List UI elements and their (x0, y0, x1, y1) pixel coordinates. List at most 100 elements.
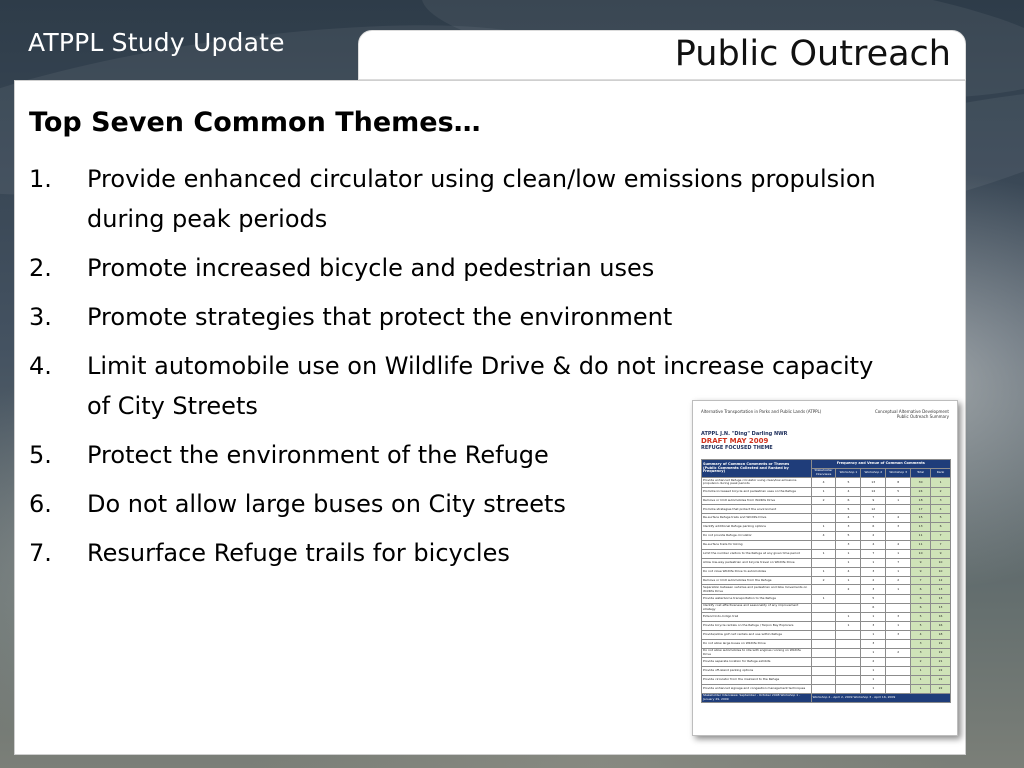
workshop1-cell (835, 593, 862, 604)
workshop3-cell (885, 593, 912, 604)
workshop1-cell (835, 674, 862, 685)
total-cell: 30 (910, 477, 932, 488)
slide-title: Public Outreach (674, 34, 951, 74)
stakeholder-cell (810, 504, 837, 515)
theme-number: 7. (29, 539, 52, 567)
total-cell: 18 (910, 495, 932, 506)
table-row: Provide/allow golf cart rentals and use … (701, 629, 951, 640)
rank-cell: 12 (930, 575, 951, 586)
total-cell: 1 (910, 665, 932, 676)
workshop2-cell: 1 (860, 647, 887, 659)
table-footer-right: Workshop 2 - April 2, 2009 Workshop 3 - … (810, 692, 952, 703)
stakeholder-cell (810, 638, 837, 649)
comment-cell: Do not provide Refuge circulator (701, 531, 812, 541)
total-cell: 17 (910, 504, 932, 515)
workshop1-cell: 6 (835, 495, 862, 506)
comment-cell: Re-surface Refuge trails and Wildlife Dr… (701, 513, 812, 524)
theme-number: 4. (29, 352, 52, 380)
document-draft-label: DRAFT MAY 2009 (701, 437, 769, 445)
rank-cell: 1 (930, 477, 951, 488)
rank-cell: 4 (930, 504, 951, 515)
document-header: Alternative Transportation in Parks and … (701, 409, 951, 431)
workshop2-cell: 3 (860, 638, 887, 649)
workshop2-cell: 12 (860, 504, 887, 515)
theme-number: 2. (29, 254, 52, 282)
workshop1-cell: 5 (835, 531, 862, 541)
theme-text: Provide enhanced circulator using clean/… (87, 165, 876, 233)
workshop2-cell: 14 (860, 486, 887, 497)
table-row: Separation between vehicles and pedestri… (701, 584, 951, 595)
theme-item: 1. Provide enhanced circulator using cle… (29, 159, 909, 239)
rank-cell: 19 (930, 647, 951, 659)
rank-cell: 7 (930, 539, 951, 550)
column-header: Workshop 1 (835, 467, 862, 479)
workshop3-cell: 7 (885, 557, 912, 568)
workshop1-cell: 1 (835, 612, 862, 622)
comment-cell: Provide off-island parking options (701, 665, 812, 676)
workshop2-cell: 1 (860, 683, 887, 694)
column-header: Stakeholder Interviews (810, 467, 837, 479)
rank-cell: 6 (930, 522, 951, 533)
workshop1-cell: 1 (835, 548, 862, 559)
comment-cell: Remove or limit automobiles from the Ref… (701, 575, 812, 586)
document-thumbnail: Alternative Transportation in Parks and … (692, 400, 958, 736)
workshop2-cell: 2 (860, 531, 887, 541)
stakeholder-cell (810, 557, 837, 568)
workshop3-cell: 1 (885, 548, 912, 559)
table-row: Re-surface Refuge trails and Wildlife Dr… (701, 513, 951, 524)
comment-cell: Identify cost effectiveness and seasonal… (701, 602, 812, 614)
table-row: Do not provide Refuge circulator 4 5 2 11 7 (701, 531, 951, 541)
title-tab: Public Outreach (358, 30, 966, 80)
table-row: Do not close Wildlife Drive to automobil… (701, 566, 951, 577)
stakeholder-cell (810, 513, 837, 524)
workshop2-cell: 1 (860, 612, 887, 622)
workshop2-cell: 7 (860, 548, 887, 559)
rank-cell: 7 (930, 531, 951, 541)
stakeholder-cell: 1 (810, 548, 837, 559)
total-cell: 6 (910, 584, 932, 595)
document-org: Alternative Transportation in Parks and … (701, 409, 822, 414)
total-cell: 9 (910, 566, 932, 577)
stakeholder-cell (810, 629, 837, 640)
table-row: Do not allow large buses on Wildlife Dri… (701, 638, 951, 649)
rank-cell: 13 (930, 602, 951, 614)
workshop3-cell: 4 (885, 539, 912, 550)
table-row: Provide separate location for Refuge exh… (701, 657, 951, 667)
table-row: Limit the number visitors to the Refuge … (701, 548, 951, 559)
theme-item: 2. Promote increased bicycle and pedestr… (29, 248, 909, 288)
workshop3-cell (885, 674, 912, 685)
workshop2-cell: 6 (860, 602, 887, 614)
table-row: Provide circulator from the mainland to … (701, 674, 951, 685)
comment-cell: Provide separate location for Refuge exh… (701, 657, 812, 667)
workshop3-cell: 1 (885, 584, 912, 595)
rank-cell: 13 (930, 584, 951, 595)
stakeholder-cell: 1 (810, 522, 837, 533)
workshop2-cell: 2 (860, 657, 887, 667)
stakeholder-cell: 1 (810, 486, 837, 497)
workshop1-cell (835, 602, 862, 614)
comment-cell: Re-surface trails for biking (701, 539, 812, 550)
rank-cell: 10 (930, 566, 951, 577)
total-cell: 9 (910, 557, 932, 568)
stakeholder-cell: 4 (810, 531, 837, 541)
table-row: Promote strategies that protect the envi… (701, 504, 951, 515)
workshop3-cell: 3 (885, 612, 912, 622)
workshop2-cell: 2 (860, 575, 887, 586)
workshop3-cell: 8 (885, 477, 912, 488)
workshop3-cell: 3 (885, 522, 912, 533)
comment-cell: Provide waterborne transportation to the… (701, 593, 812, 604)
total-cell: 24 (910, 486, 932, 497)
workshop3-cell: 2 (885, 647, 912, 659)
table-row: Identify cost effectiveness and seasonal… (701, 602, 951, 614)
workshop1-cell: 5 (835, 504, 862, 515)
stakeholder-cell (810, 665, 837, 676)
theme-item: 3. Promote strategies that protect the e… (29, 297, 909, 337)
comment-cell: Limit the number visitors to the Refuge … (701, 548, 812, 559)
table-row: Identify additional Refuge parking optio… (701, 522, 951, 533)
stakeholder-cell (810, 584, 837, 595)
table-footer-left: Stakeholder Interviews: September - Octo… (701, 692, 812, 703)
stakeholder-cell: 2 (810, 495, 837, 506)
stakeholder-cell (810, 683, 837, 694)
workshop1-cell (835, 629, 862, 640)
workshop1-cell (835, 665, 862, 676)
